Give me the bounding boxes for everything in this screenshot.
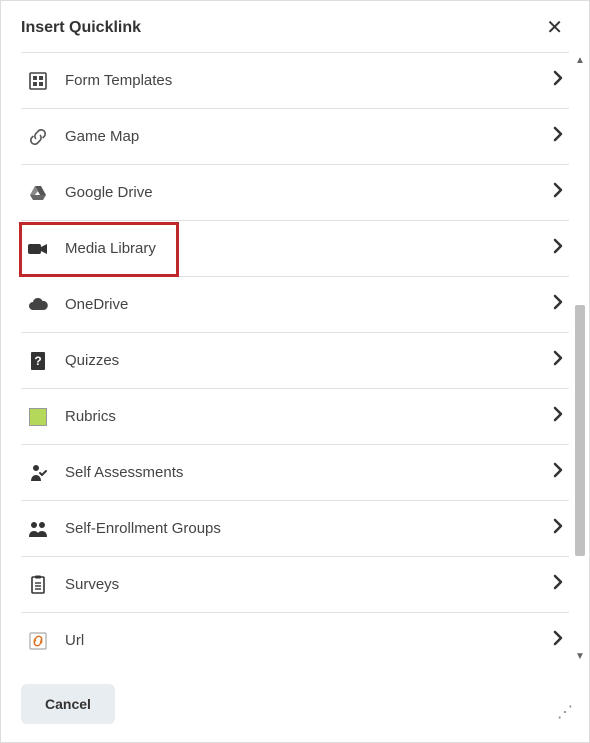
list-item-surveys[interactable]: Surveys xyxy=(21,556,569,612)
dialog-footer: Cancel ⋰ xyxy=(1,666,589,742)
group-icon xyxy=(27,518,49,540)
clipboard-icon xyxy=(27,574,49,596)
item-left: Media Library xyxy=(27,238,156,260)
content-area: Form Templates Game Map Google xyxy=(1,52,589,692)
scrollbar[interactable]: ▲ ▼ xyxy=(573,55,587,662)
item-left: Url xyxy=(27,630,84,652)
chevron-right-icon xyxy=(553,574,563,595)
chevron-right-icon xyxy=(553,182,563,203)
google-drive-icon xyxy=(27,182,49,204)
item-left: Rubrics xyxy=(27,406,116,428)
chevron-right-icon xyxy=(553,350,563,371)
link-icon xyxy=(27,126,49,148)
chevron-right-icon xyxy=(553,462,563,483)
rubrics-icon xyxy=(27,406,49,428)
item-left: Surveys xyxy=(27,574,119,596)
url-icon xyxy=(27,630,49,652)
list-item-self-enrollment-groups[interactable]: Self-Enrollment Groups xyxy=(21,500,569,556)
list-item-url[interactable]: Url xyxy=(21,612,569,668)
item-left: Self-Enrollment Groups xyxy=(27,518,221,540)
list-item-rubrics[interactable]: Rubrics xyxy=(21,388,569,444)
cloud-icon xyxy=(27,294,49,316)
item-label: OneDrive xyxy=(65,296,128,313)
form-templates-icon xyxy=(27,70,49,92)
quicklink-list: Form Templates Game Map Google xyxy=(1,52,589,692)
list-item-quizzes[interactable]: ? Quizzes xyxy=(21,332,569,388)
item-left: Form Templates xyxy=(27,70,172,92)
item-left: Self Assessments xyxy=(27,462,183,484)
chevron-right-icon xyxy=(553,238,563,259)
list-item-media-library[interactable]: Media Library xyxy=(21,220,569,276)
chevron-right-icon xyxy=(553,518,563,539)
item-label: Surveys xyxy=(65,576,119,593)
cancel-button[interactable]: Cancel xyxy=(21,684,115,724)
list-item-self-assessments[interactable]: Self Assessments xyxy=(21,444,569,500)
list-item-google-drive[interactable]: Google Drive xyxy=(21,164,569,220)
item-label: Self-Enrollment Groups xyxy=(65,520,221,537)
item-label: Media Library xyxy=(65,240,156,257)
list-item-form-templates[interactable]: Form Templates xyxy=(21,52,569,108)
item-label: Form Templates xyxy=(65,72,172,89)
dialog-header: Insert Quicklink ✕ xyxy=(1,1,589,52)
scroll-down-arrow[interactable]: ▼ xyxy=(573,651,587,662)
scroll-up-arrow[interactable]: ▲ xyxy=(573,55,587,66)
list-item-game-map[interactable]: Game Map xyxy=(21,108,569,164)
video-camera-icon xyxy=(27,238,49,260)
item-label: Quizzes xyxy=(65,352,119,369)
scrollbar-thumb[interactable] xyxy=(575,305,585,556)
person-check-icon xyxy=(27,462,49,484)
resize-handle-icon[interactable]: ⋰ xyxy=(557,702,573,722)
chevron-right-icon xyxy=(553,70,563,91)
dialog-title: Insert Quicklink xyxy=(21,19,141,37)
item-label: Self Assessments xyxy=(65,464,183,481)
close-button[interactable]: ✕ xyxy=(540,16,569,40)
item-left: Google Drive xyxy=(27,182,153,204)
item-label: Rubrics xyxy=(65,408,116,425)
chevron-right-icon xyxy=(553,630,563,651)
chevron-right-icon xyxy=(553,294,563,315)
quiz-icon: ? xyxy=(27,350,49,372)
list-item-onedrive[interactable]: OneDrive xyxy=(21,276,569,332)
item-left: OneDrive xyxy=(27,294,128,316)
item-label: Google Drive xyxy=(65,184,153,201)
item-left: Game Map xyxy=(27,126,139,148)
item-left: ? Quizzes xyxy=(27,350,119,372)
item-label: Game Map xyxy=(65,128,139,145)
chevron-right-icon xyxy=(553,406,563,427)
svg-text:?: ? xyxy=(34,354,41,368)
item-label: Url xyxy=(65,632,84,649)
chevron-right-icon xyxy=(553,126,563,147)
